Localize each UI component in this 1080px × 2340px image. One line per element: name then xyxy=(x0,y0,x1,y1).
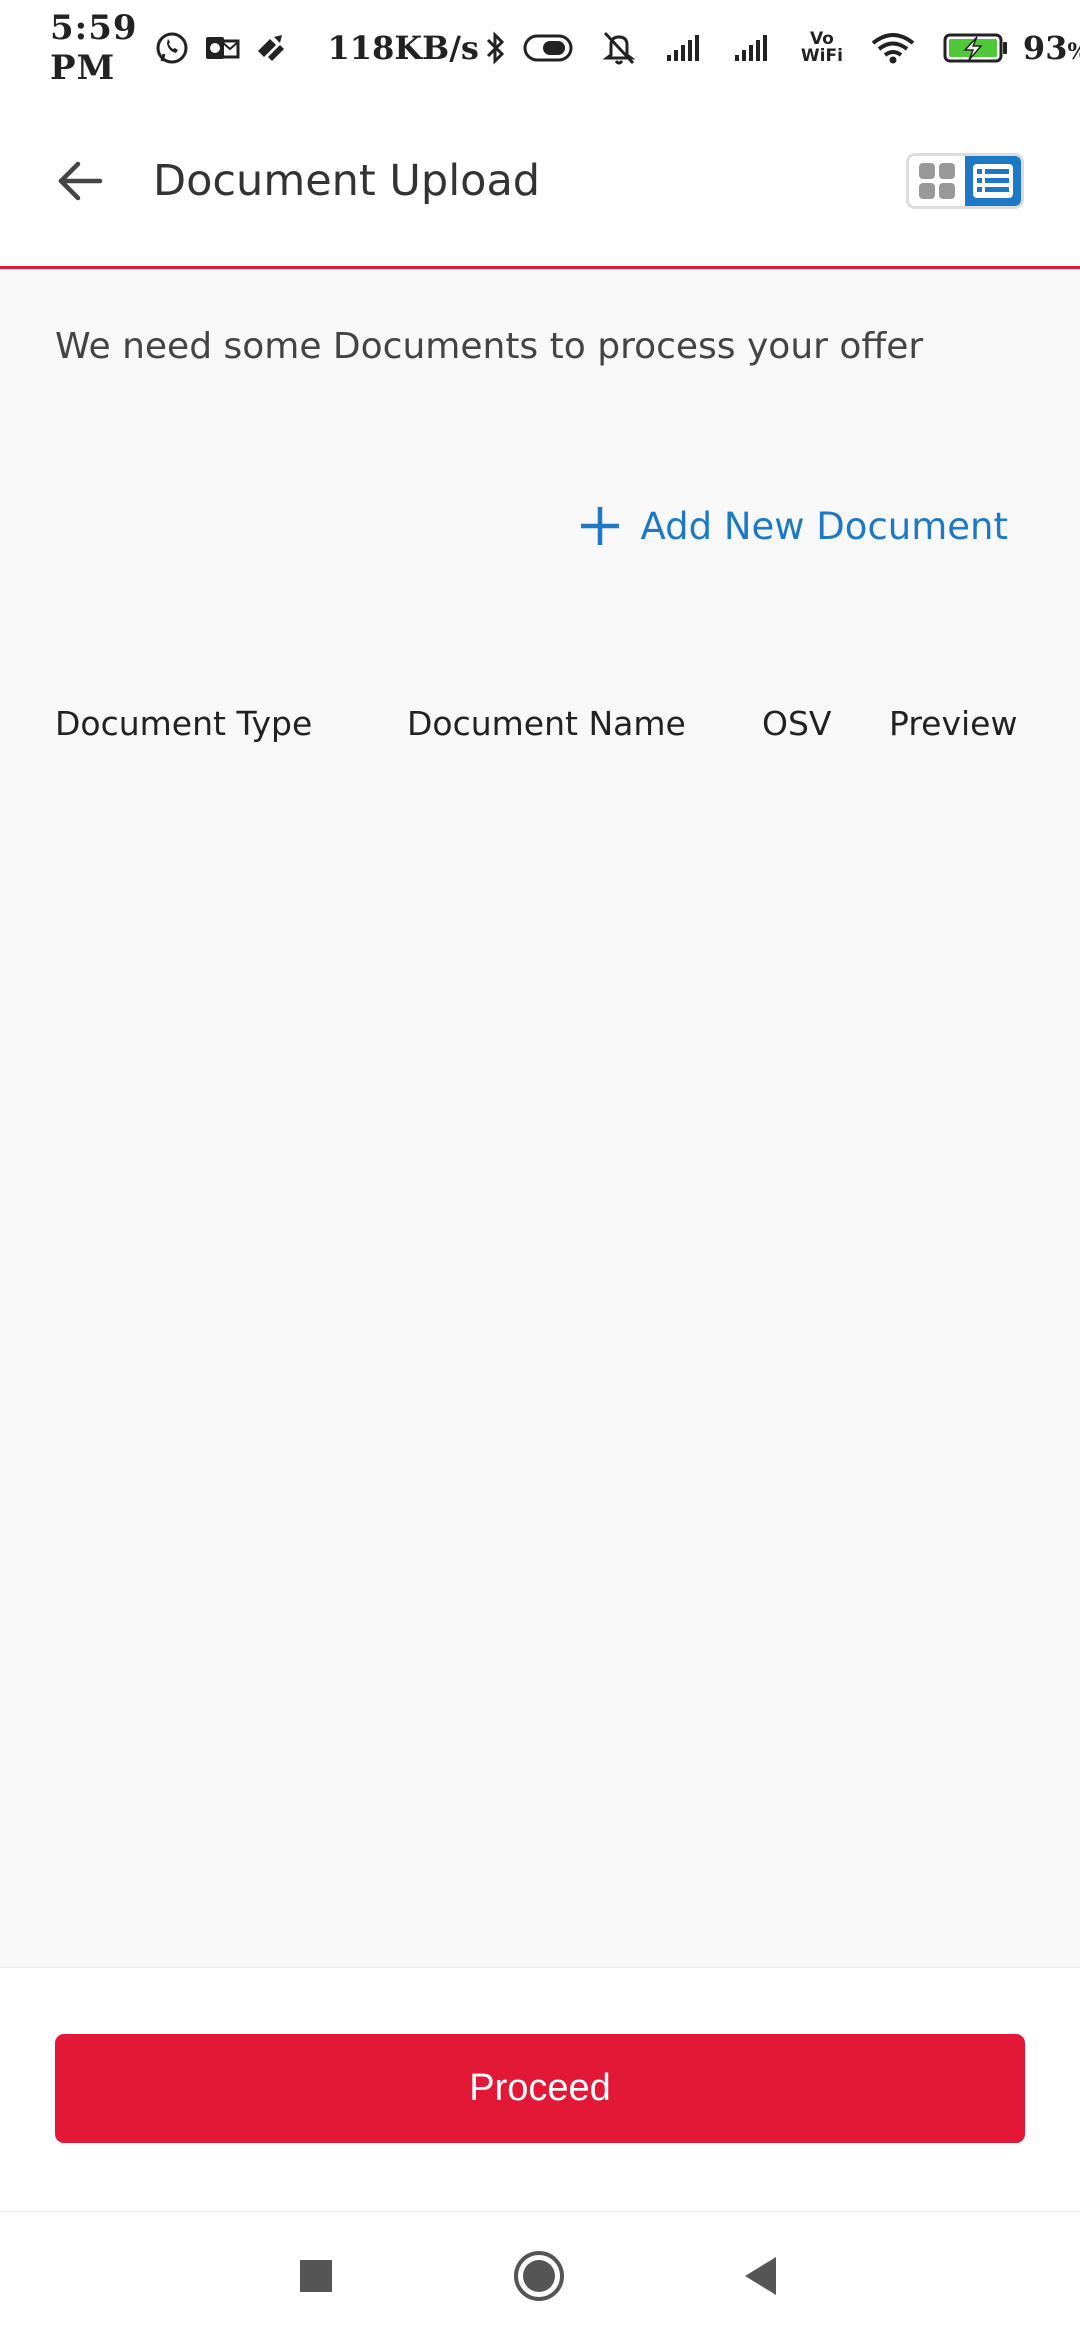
signal-icon xyxy=(665,33,705,63)
list-view-button[interactable] xyxy=(964,155,1021,206)
back-button[interactable] xyxy=(50,151,110,211)
recents-button[interactable] xyxy=(276,2236,356,2316)
system-back-button[interactable] xyxy=(721,2236,801,2316)
status-bar: 5:59 PM 118KB/s Vo WiFi 93 xyxy=(0,0,1080,95)
battery-percent: 93% xyxy=(1023,29,1080,67)
recents-square-icon xyxy=(299,2259,333,2293)
whatsapp-icon xyxy=(154,30,190,66)
column-header-document-name: Document Name xyxy=(407,704,686,743)
column-header-preview: Preview xyxy=(889,704,1018,743)
app-bar: Document Upload xyxy=(0,95,1080,269)
signal-icon xyxy=(733,33,773,63)
bluetooth-icon xyxy=(483,30,509,66)
column-header-osv: OSV xyxy=(762,704,832,743)
intro-text: We need some Documents to process your o… xyxy=(55,326,924,367)
status-time: 5:59 PM xyxy=(50,7,138,88)
battery-percent-value: 93 xyxy=(1022,28,1068,67)
add-new-document-label: Add New Document xyxy=(640,504,1008,548)
view-toggle xyxy=(906,152,1024,209)
add-new-document-button[interactable]: Add New Document xyxy=(578,504,1008,548)
bottom-action-bar: Proceed xyxy=(0,1967,1080,2211)
home-circle-icon xyxy=(513,2250,565,2302)
proceed-button[interactable]: Proceed xyxy=(55,2034,1025,2143)
list-view-icon xyxy=(971,162,1015,200)
mute-icon xyxy=(601,29,637,67)
outlook-icon xyxy=(204,31,240,65)
toggle-icon xyxy=(523,33,573,63)
vowifi-icon: Vo WiFi xyxy=(800,28,843,66)
grid-view-icon xyxy=(917,161,957,201)
battery-percent-unit: % xyxy=(1067,39,1080,65)
home-button[interactable] xyxy=(499,2236,579,2316)
net-speed: 118KB/s xyxy=(327,28,479,67)
wifi-icon xyxy=(871,31,915,65)
document-table-header: Document Type Document Name OSV Preview xyxy=(0,704,1080,764)
plus-icon xyxy=(578,504,622,548)
page-title: Document Upload xyxy=(153,155,541,206)
vowifi-bottom-label: WiFi xyxy=(800,45,843,66)
back-triangle-icon xyxy=(742,2255,780,2297)
main-content: We need some Documents to process your o… xyxy=(0,272,1080,1967)
vowifi-top-label: Vo xyxy=(809,28,834,49)
system-nav-bar xyxy=(0,2211,1080,2340)
arrow-left-icon xyxy=(56,159,104,203)
battery-charging-icon xyxy=(943,31,1009,65)
grid-view-button[interactable] xyxy=(909,155,965,206)
column-header-document-type: Document Type xyxy=(55,704,313,743)
app-icon xyxy=(254,31,288,65)
